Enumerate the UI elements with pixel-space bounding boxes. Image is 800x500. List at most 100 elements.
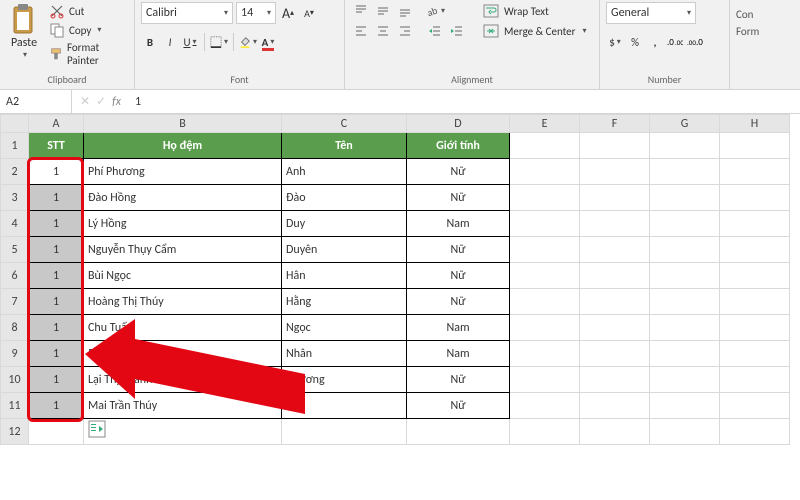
- cell[interactable]: Nữ: [407, 289, 510, 315]
- cell[interactable]: [720, 133, 790, 159]
- format-partial[interactable]: Form: [736, 25, 759, 38]
- name-box[interactable]: A2: [0, 90, 72, 113]
- row-header[interactable]: 4: [1, 211, 29, 237]
- select-all-corner[interactable]: [1, 115, 29, 133]
- cell[interactable]: [510, 211, 580, 237]
- cell[interactable]: 1: [29, 289, 84, 315]
- fill-color-button[interactable]: ▾: [239, 32, 257, 52]
- cell[interactable]: [650, 315, 720, 341]
- cell[interactable]: [650, 367, 720, 393]
- cell[interactable]: Nữ: [407, 185, 510, 211]
- cell[interactable]: [720, 263, 790, 289]
- col-header-C[interactable]: C: [282, 115, 407, 133]
- comma-format-button[interactable]: ,: [646, 32, 664, 52]
- cell[interactable]: Nam: [407, 315, 510, 341]
- row-header[interactable]: 6: [1, 263, 29, 289]
- cell[interactable]: Nhân: [282, 341, 407, 367]
- formula-input[interactable]: 1: [129, 95, 800, 109]
- cell[interactable]: [650, 133, 720, 159]
- cell[interactable]: [580, 159, 650, 185]
- cell[interactable]: [650, 393, 720, 419]
- cell[interactable]: [580, 367, 650, 393]
- cell[interactable]: Lý Hồng: [84, 211, 282, 237]
- increase-indent-button[interactable]: [447, 22, 467, 40]
- cell[interactable]: [650, 419, 720, 445]
- cell[interactable]: [510, 341, 580, 367]
- cell[interactable]: 1: [29, 263, 84, 289]
- cancel-formula-icon[interactable]: ✕: [80, 94, 90, 109]
- font-name-dropdown[interactable]: Calibri▾: [141, 2, 233, 24]
- align-middle-button[interactable]: [373, 2, 393, 20]
- cell[interactable]: Lại Thị Thanh: [84, 367, 282, 393]
- row-header[interactable]: 8: [1, 315, 29, 341]
- col-header-B[interactable]: B: [84, 115, 282, 133]
- cell[interactable]: Duy: [282, 211, 407, 237]
- cell[interactable]: Vy: [282, 393, 407, 419]
- cell[interactable]: Anh: [282, 159, 407, 185]
- cell[interactable]: Tên: [282, 133, 407, 159]
- cell[interactable]: Đào Hồng: [84, 185, 282, 211]
- cell[interactable]: Đặng Ngọc: [84, 341, 282, 367]
- cell[interactable]: Hân: [282, 263, 407, 289]
- cell[interactable]: 1: [29, 341, 84, 367]
- cell[interactable]: Nữ: [407, 237, 510, 263]
- cell[interactable]: [720, 185, 790, 211]
- cut-button[interactable]: Cut: [46, 2, 128, 20]
- cell[interactable]: [510, 185, 580, 211]
- cell[interactable]: [282, 419, 407, 445]
- merge-center-button[interactable]: Merge & Center▾: [479, 22, 591, 40]
- cell[interactable]: [720, 289, 790, 315]
- cell[interactable]: [510, 133, 580, 159]
- cell[interactable]: [580, 133, 650, 159]
- cell[interactable]: STT: [29, 133, 84, 159]
- cell[interactable]: Nữ: [407, 367, 510, 393]
- align-center-button[interactable]: [373, 22, 393, 40]
- cell[interactable]: [720, 159, 790, 185]
- cell[interactable]: Giới tính: [407, 133, 510, 159]
- col-header-H[interactable]: H: [720, 115, 790, 133]
- row-header[interactable]: 12: [1, 419, 29, 445]
- cell[interactable]: [580, 341, 650, 367]
- cell[interactable]: Đào: [282, 185, 407, 211]
- cell[interactable]: [720, 315, 790, 341]
- cell[interactable]: [650, 185, 720, 211]
- cell[interactable]: [510, 263, 580, 289]
- row-header[interactable]: 3: [1, 185, 29, 211]
- copy-button[interactable]: Copy▾: [46, 21, 128, 39]
- cell[interactable]: Hoàng Thị Thúy: [84, 289, 282, 315]
- cell[interactable]: Nam: [407, 341, 510, 367]
- cell[interactable]: [29, 419, 84, 445]
- align-bottom-button[interactable]: [395, 2, 415, 20]
- cell[interactable]: [580, 419, 650, 445]
- cell[interactable]: [580, 185, 650, 211]
- row-header[interactable]: 7: [1, 289, 29, 315]
- cell[interactable]: 1: [29, 367, 84, 393]
- cell[interactable]: Bùi Ngọc: [84, 263, 282, 289]
- cell[interactable]: Duyên: [282, 237, 407, 263]
- cell[interactable]: [650, 341, 720, 367]
- cell[interactable]: [720, 393, 790, 419]
- cell[interactable]: Mai Trần Thúy: [84, 393, 282, 419]
- accounting-format-button[interactable]: $▾: [606, 32, 624, 52]
- align-left-button[interactable]: [351, 22, 371, 40]
- align-right-button[interactable]: [395, 22, 415, 40]
- decrease-indent-button[interactable]: [425, 22, 445, 40]
- align-top-button[interactable]: [351, 2, 371, 20]
- cell[interactable]: Nguyễn Thụy Cẩm: [84, 237, 282, 263]
- cell[interactable]: 1: [29, 185, 84, 211]
- cell[interactable]: [510, 315, 580, 341]
- cell[interactable]: [510, 419, 580, 445]
- cell[interactable]: [650, 211, 720, 237]
- cell[interactable]: Nữ: [407, 159, 510, 185]
- row-header[interactable]: 2: [1, 159, 29, 185]
- cell[interactable]: 1: [29, 315, 84, 341]
- font-size-dropdown[interactable]: 14▾: [236, 2, 276, 24]
- cell[interactable]: [84, 419, 282, 445]
- enter-formula-icon[interactable]: ✓: [96, 94, 106, 109]
- cell[interactable]: Ngọc: [282, 315, 407, 341]
- increase-decimal-button[interactable]: .0.00: [666, 32, 684, 52]
- cell[interactable]: [580, 289, 650, 315]
- cell[interactable]: [650, 159, 720, 185]
- wrap-text-button[interactable]: Wrap Text: [479, 2, 591, 20]
- font-color-button[interactable]: A▾: [259, 32, 277, 52]
